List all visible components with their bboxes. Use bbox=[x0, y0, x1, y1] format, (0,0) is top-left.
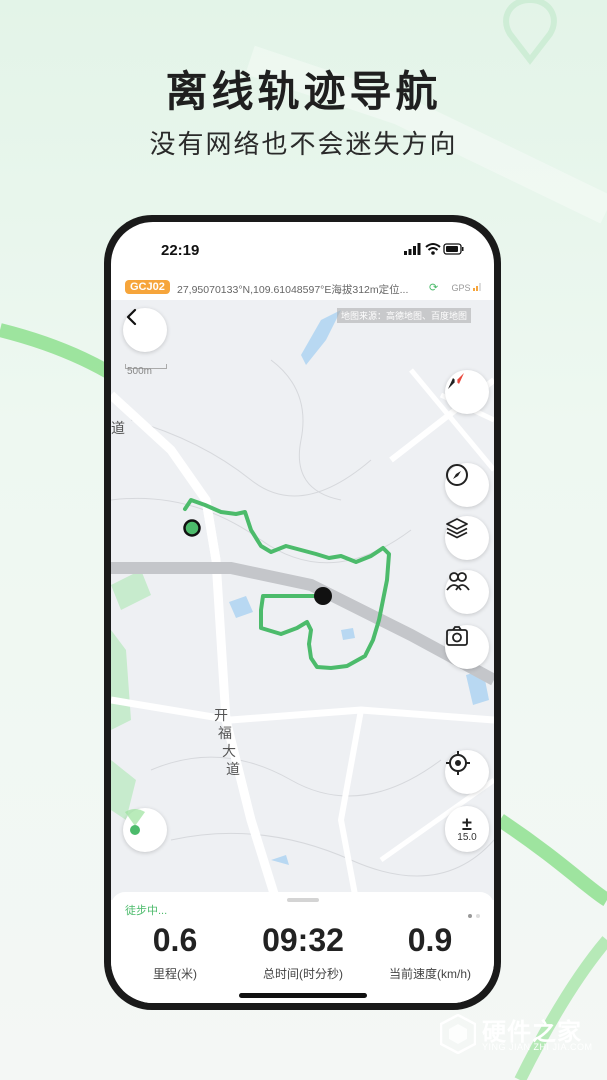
navigate-icon bbox=[446, 464, 468, 486]
map-view[interactable]: 地图来源：高德地图、百度地图 500m 道 开 福 大 道 ± 15.0 bbox=[111, 300, 494, 900]
stat-label: 里程(米) bbox=[153, 967, 197, 981]
drag-handle[interactable] bbox=[287, 898, 319, 902]
direction-button[interactable] bbox=[123, 808, 167, 852]
map-source-label: 地图来源：高德地图、百度地图 bbox=[337, 308, 472, 323]
phone-screen: 22:19 GCJ02 27,95070133°N,109.61048597°E… bbox=[111, 222, 494, 1003]
compass-button[interactable] bbox=[445, 370, 489, 414]
stat-time: 09:32 总时间(时分秒) bbox=[239, 922, 367, 982]
scale-label: 500m bbox=[127, 366, 153, 377]
zoom-icon: ± bbox=[462, 814, 472, 834]
layers-icon bbox=[446, 518, 468, 539]
team-button[interactable] bbox=[445, 570, 489, 614]
promo-subline: 没有网络也不会迷失方向 bbox=[149, 129, 458, 159]
zoom-button[interactable]: ± 15.0 bbox=[445, 806, 489, 852]
stat-speed: 0.9 当前速度(km/h) bbox=[366, 922, 494, 982]
stat-label: 当前速度(km/h) bbox=[389, 967, 471, 981]
coord-system-badge[interactable]: GCJ02 bbox=[125, 280, 170, 294]
locate-button[interactable] bbox=[445, 750, 489, 794]
status-icons bbox=[404, 242, 464, 261]
page-dot bbox=[476, 914, 480, 918]
zoom-level: 15.0 bbox=[457, 832, 477, 843]
layers-button[interactable] bbox=[445, 516, 489, 560]
track-start-marker bbox=[183, 519, 201, 537]
current-position-marker bbox=[314, 587, 332, 605]
locate-icon bbox=[446, 751, 470, 775]
stat-value: 0.6 bbox=[152, 922, 198, 958]
stat-value: 09:32 bbox=[262, 922, 344, 958]
page-indicator bbox=[464, 905, 480, 923]
coordinate-bar: GCJ02 27,95070133°N,109.61048597°E海拔312m… bbox=[111, 278, 494, 300]
stat-distance: 0.6 里程(米) bbox=[111, 922, 239, 982]
back-button[interactable] bbox=[123, 308, 167, 352]
stat-value: 0.9 bbox=[407, 922, 453, 958]
heading-icon bbox=[125, 809, 145, 835]
promo-headline: 离线轨迹导航 bbox=[165, 68, 442, 115]
home-indicator[interactable] bbox=[239, 993, 367, 998]
phone-frame: 22:19 GCJ02 27,95070133°N,109.61048597°E… bbox=[104, 215, 501, 1010]
road-label-fu: 福 bbox=[218, 725, 232, 741]
signal-icon bbox=[404, 243, 421, 255]
team-icon bbox=[446, 572, 470, 591]
camera-icon bbox=[446, 626, 468, 646]
watermark-logo-icon bbox=[440, 1014, 476, 1054]
compass-icon bbox=[448, 373, 464, 389]
navigate-button[interactable] bbox=[445, 463, 489, 507]
road-label-dao: 道 bbox=[226, 761, 240, 777]
battery-icon bbox=[443, 243, 464, 255]
location-pin-decoration bbox=[503, 0, 557, 65]
gps-status: GPS bbox=[451, 283, 482, 293]
map-canvas bbox=[111, 310, 494, 900]
stats-panel: 徒步中... 0.6 里程(米) 09:32 总时间(时分秒) 0.9 当前速度… bbox=[111, 892, 494, 1003]
wifi-icon bbox=[425, 243, 441, 255]
status-time: 22:19 bbox=[161, 242, 200, 259]
coordinate-text: 27,95070133°N,109.61048597°E海拔312m定位... bbox=[177, 284, 409, 296]
refresh-icon[interactable]: ⟳ bbox=[429, 281, 438, 294]
watermark-sub: YING JIAN ZHI JIA.COM bbox=[482, 1042, 593, 1052]
back-icon bbox=[126, 308, 137, 326]
gps-signal-icon bbox=[473, 283, 481, 291]
stat-label: 总时间(时分秒) bbox=[263, 967, 343, 981]
activity-status: 徒步中... bbox=[125, 905, 168, 917]
road-label-da: 大 bbox=[222, 743, 236, 759]
road-label-1: 道 bbox=[111, 420, 125, 436]
camera-button[interactable] bbox=[445, 625, 489, 669]
road-label-kai: 开 bbox=[214, 707, 228, 723]
page-dot-active bbox=[468, 914, 472, 918]
